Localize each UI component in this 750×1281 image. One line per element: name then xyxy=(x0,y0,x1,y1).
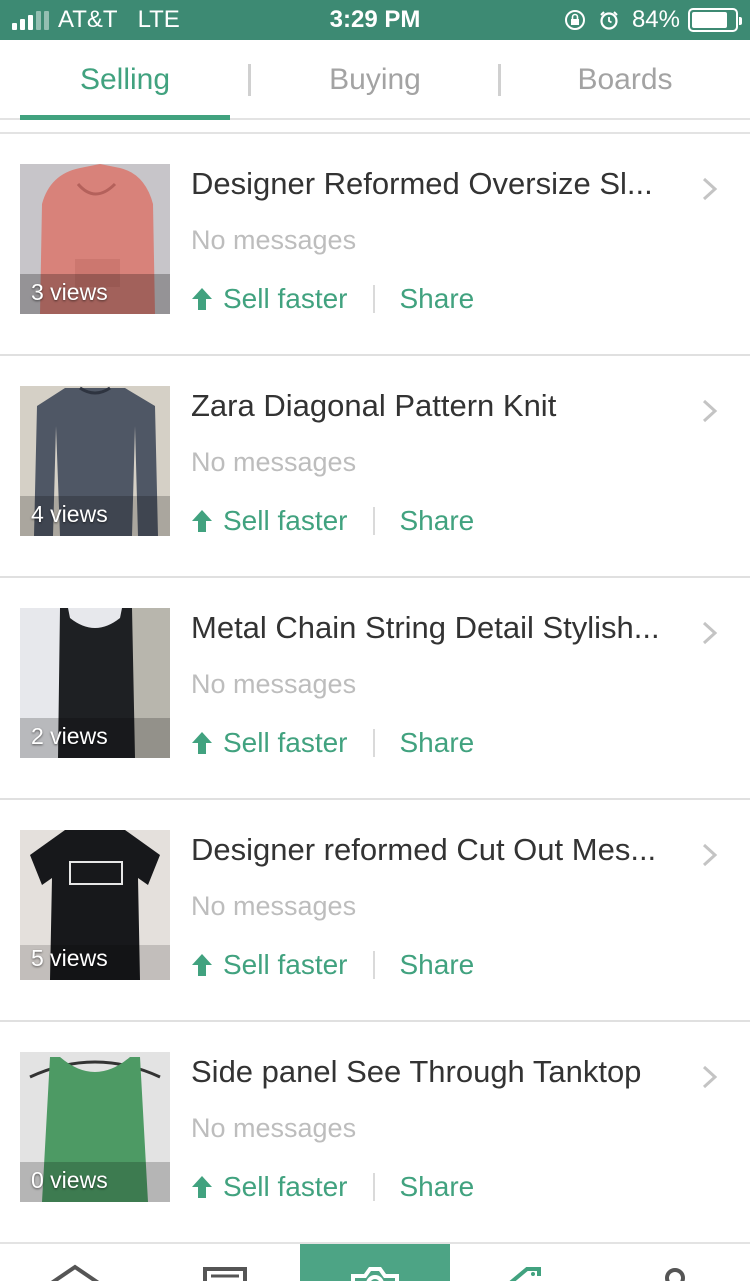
tab-separator xyxy=(248,64,251,96)
views-count: 0 views xyxy=(31,1167,108,1193)
listing-item[interactable]: 3 views Designer Reformed Oversize Sl...… xyxy=(0,134,750,356)
tab-boards[interactable]: Boards xyxy=(520,40,730,120)
action-separator xyxy=(372,285,375,313)
action-separator xyxy=(372,507,375,535)
rotation-lock-icon xyxy=(564,10,585,30)
share-button[interactable]: Share xyxy=(400,949,475,981)
listing-actions: Sell faster Share xyxy=(191,1167,474,1207)
action-separator xyxy=(372,951,375,979)
bottom-nav xyxy=(0,1242,750,1281)
listing-thumbnail[interactable]: 4 views xyxy=(20,386,170,536)
chevron-right-icon xyxy=(702,1065,718,1089)
listing-thumbnail[interactable]: 0 views xyxy=(20,1052,170,1202)
tag-icon xyxy=(509,1267,541,1281)
listing-title[interactable]: Metal Chain String Detail Stylish... xyxy=(191,608,691,648)
profile-icon xyxy=(665,1268,685,1281)
list-icon xyxy=(203,1267,247,1281)
listing-title[interactable]: Side panel See Through Tanktop xyxy=(191,1052,691,1092)
camera-icon xyxy=(351,1267,399,1281)
sell-faster-button[interactable]: Sell faster xyxy=(223,283,348,315)
nav-home[interactable] xyxy=(0,1244,150,1281)
arrow-up-icon xyxy=(192,1176,212,1198)
listing-actions: Sell faster Share xyxy=(191,723,474,763)
chevron-right-icon xyxy=(702,399,718,423)
arrow-up-icon xyxy=(192,954,212,976)
chevron-right-icon xyxy=(702,621,718,645)
listing-thumbnail[interactable]: 2 views xyxy=(20,608,170,758)
listing-actions: Sell faster Share xyxy=(191,501,474,541)
listing-title[interactable]: Designer reformed Cut Out Mes... xyxy=(191,830,691,870)
tab-buying[interactable]: Buying xyxy=(270,40,480,120)
listing-actions: Sell faster Share xyxy=(191,945,474,985)
home-icon xyxy=(50,1264,100,1281)
status-bar: AT&T LTE 3:29 PM 84% xyxy=(0,0,750,40)
nav-profile[interactable] xyxy=(600,1244,750,1281)
segment-tabs: Selling Buying Boards xyxy=(0,40,750,120)
active-tab-indicator xyxy=(20,115,230,120)
listing-actions: Sell faster Share xyxy=(191,279,474,319)
nav-listings[interactable] xyxy=(150,1244,300,1281)
action-separator xyxy=(372,1173,375,1201)
listing-title[interactable]: Zara Diagonal Pattern Knit xyxy=(191,386,691,426)
listing-item[interactable]: 5 views Designer reformed Cut Out Mes...… xyxy=(0,800,750,1022)
listing-item[interactable]: 4 views Zara Diagonal Pattern Knit No me… xyxy=(0,356,750,578)
share-button[interactable]: Share xyxy=(400,505,475,537)
share-button[interactable]: Share xyxy=(400,727,475,759)
chevron-right-icon xyxy=(702,177,718,201)
nav-camera[interactable] xyxy=(300,1244,450,1281)
share-button[interactable]: Share xyxy=(400,283,475,315)
views-count: 3 views xyxy=(31,279,108,305)
chevron-right-icon xyxy=(702,843,718,867)
status-right: 84% xyxy=(564,6,742,34)
listing-item[interactable]: 2 views Metal Chain String Detail Stylis… xyxy=(0,578,750,800)
messages-status: No messages xyxy=(191,225,357,255)
views-count: 4 views xyxy=(31,501,108,527)
listing-item[interactable]: 0 views Side panel See Through Tanktop N… xyxy=(0,1022,750,1244)
listing-title[interactable]: Designer Reformed Oversize Sl... xyxy=(191,164,691,204)
sell-faster-button[interactable]: Sell faster xyxy=(223,1171,348,1203)
battery-icon xyxy=(688,8,742,32)
sell-faster-button[interactable]: Sell faster xyxy=(223,949,348,981)
share-button[interactable]: Share xyxy=(400,1171,475,1203)
nav-offers[interactable] xyxy=(450,1244,600,1281)
messages-status: No messages xyxy=(191,1113,357,1143)
views-count: 2 views xyxy=(31,723,108,749)
messages-status: No messages xyxy=(191,447,357,477)
arrow-up-icon xyxy=(192,510,212,532)
sell-faster-button[interactable]: Sell faster xyxy=(223,727,348,759)
action-separator xyxy=(372,729,375,757)
messages-status: No messages xyxy=(191,669,357,699)
listing-thumbnail[interactable]: 3 views xyxy=(20,164,170,314)
sell-faster-button[interactable]: Sell faster xyxy=(223,505,348,537)
views-count: 5 views xyxy=(31,945,108,971)
arrow-up-icon xyxy=(192,288,212,310)
listing-thumbnail[interactable]: 5 views xyxy=(20,830,170,980)
tab-selling[interactable]: Selling xyxy=(20,40,230,120)
messages-status: No messages xyxy=(191,891,357,921)
tab-separator xyxy=(498,64,501,96)
arrow-up-icon xyxy=(192,732,212,754)
alarm-icon xyxy=(600,11,618,30)
battery-percent: 84% xyxy=(631,6,680,33)
